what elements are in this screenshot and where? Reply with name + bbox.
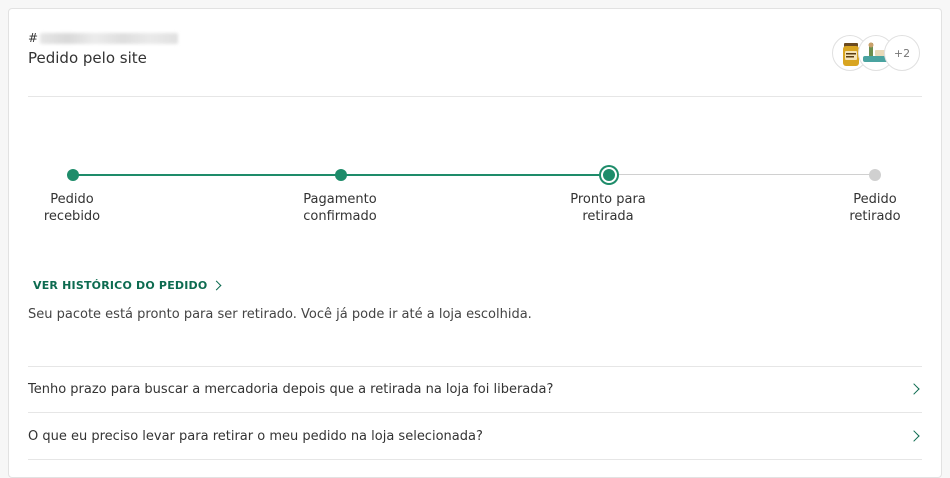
order-number: # bbox=[28, 31, 179, 45]
order-status-tracker: Pedido recebido Pagamento confirmado Pro… bbox=[9, 159, 943, 239]
chevron-right-icon bbox=[908, 383, 920, 395]
step-dot-payment bbox=[335, 169, 347, 181]
chevron-right-icon bbox=[908, 430, 920, 442]
faq-item-pickup-requirements[interactable]: O que eu preciso levar para retirar o me… bbox=[28, 413, 922, 459]
order-number-prefix: # bbox=[28, 31, 39, 45]
step-label-picked-up: Pedido retirado bbox=[849, 192, 901, 224]
step-dot-ready bbox=[601, 167, 617, 183]
faq-item-pickup-deadline[interactable]: Tenho prazo para buscar a mercadoria dep… bbox=[28, 366, 922, 412]
order-history-label: VER HISTÓRICO DO PEDIDO bbox=[33, 279, 208, 292]
faq-question: O que eu preciso levar para retirar o me… bbox=[28, 428, 483, 444]
tracker-line-pending bbox=[607, 174, 875, 175]
step-dot-received bbox=[67, 169, 79, 181]
faq-divider-bottom bbox=[28, 459, 922, 460]
chevron-right-icon bbox=[211, 280, 222, 291]
header-divider bbox=[28, 96, 922, 97]
status-message: Seu pacote está pronto para ser retirado… bbox=[28, 307, 532, 322]
faq-question: Tenho prazo para buscar a mercadoria dep… bbox=[28, 381, 554, 397]
order-history-link[interactable]: VER HISTÓRICO DO PEDIDO bbox=[33, 279, 222, 292]
step-label-ready: Pronto para retirada bbox=[570, 192, 646, 224]
product-thumbnails[interactable]: +2 bbox=[832, 35, 922, 75]
step-dot-picked-up bbox=[869, 169, 881, 181]
order-number-redacted bbox=[40, 32, 179, 44]
order-source: Pedido pelo site bbox=[28, 49, 147, 67]
order-card: # Pedido pelo site +2 Pedido recebido Pa… bbox=[8, 8, 942, 478]
step-label-received: Pedido recebido bbox=[43, 192, 101, 224]
more-items-badge[interactable]: +2 bbox=[884, 35, 920, 71]
step-label-payment: Pagamento confirmado bbox=[303, 192, 377, 224]
